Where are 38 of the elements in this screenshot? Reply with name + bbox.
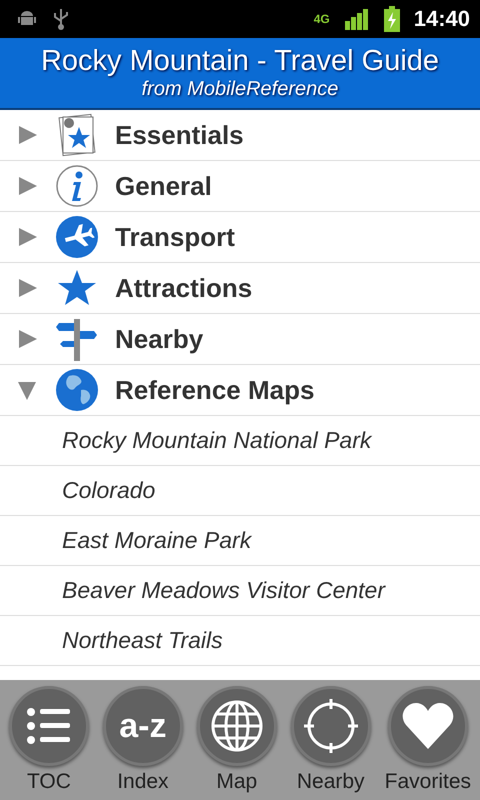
signal-icon: [344, 7, 370, 31]
heart-icon: [402, 703, 454, 749]
signpost-icon: [55, 317, 99, 361]
globe-icon: [55, 368, 99, 412]
section-row[interactable]: Attractions: [0, 263, 480, 314]
list-icon: [26, 706, 72, 746]
toolbar-button[interactable]: TOC: [8, 686, 89, 794]
section-row[interactable]: General: [0, 161, 480, 212]
section-label: Essentials: [115, 120, 244, 150]
section-label: Attractions: [115, 272, 252, 304]
toolbar-button[interactable]: a-z Index: [102, 686, 183, 794]
section-row[interactable]: Transport: [0, 212, 480, 263]
app-title: Rocky Mountain - Travel Guide: [40, 45, 440, 78]
toolbar-button[interactable]: Favorites: [384, 686, 471, 794]
section-label: Transport: [115, 222, 235, 252]
toolbar-button[interactable]: Nearby: [290, 686, 371, 794]
section-label: Reference Maps: [115, 374, 314, 406]
section-row[interactable]: Nearby: [0, 314, 480, 365]
crosshair-icon: [304, 699, 358, 753]
map-list-item[interactable]: Colorado: [0, 466, 480, 516]
section-label: Nearby: [115, 324, 204, 354]
section-row[interactable]: Essentials: [0, 110, 480, 161]
a-z-glyph: a-z: [119, 706, 166, 746]
info-icon: [55, 164, 99, 208]
map-list-item[interactable]: East Moraine Park: [0, 516, 480, 566]
app-subtitle: from MobileReference: [142, 78, 338, 101]
network-label: 4G: [314, 12, 330, 26]
map-list-item[interactable]: Rocky Mountain National Park: [0, 416, 480, 466]
usb-icon: [52, 7, 70, 31]
map-list-item[interactable]: Northeast Trails: [0, 616, 480, 666]
battery-icon: [384, 6, 400, 32]
map-list-item[interactable]: Beaver Meadows Visitor Center: [0, 566, 480, 616]
clock: 14:40: [414, 6, 470, 32]
section-row[interactable]: Reference Maps: [0, 365, 480, 416]
toolbar-button[interactable]: Map: [196, 686, 277, 794]
globe-icon: [210, 699, 264, 753]
section-label: General: [115, 170, 212, 202]
airplane-icon: [55, 215, 99, 259]
